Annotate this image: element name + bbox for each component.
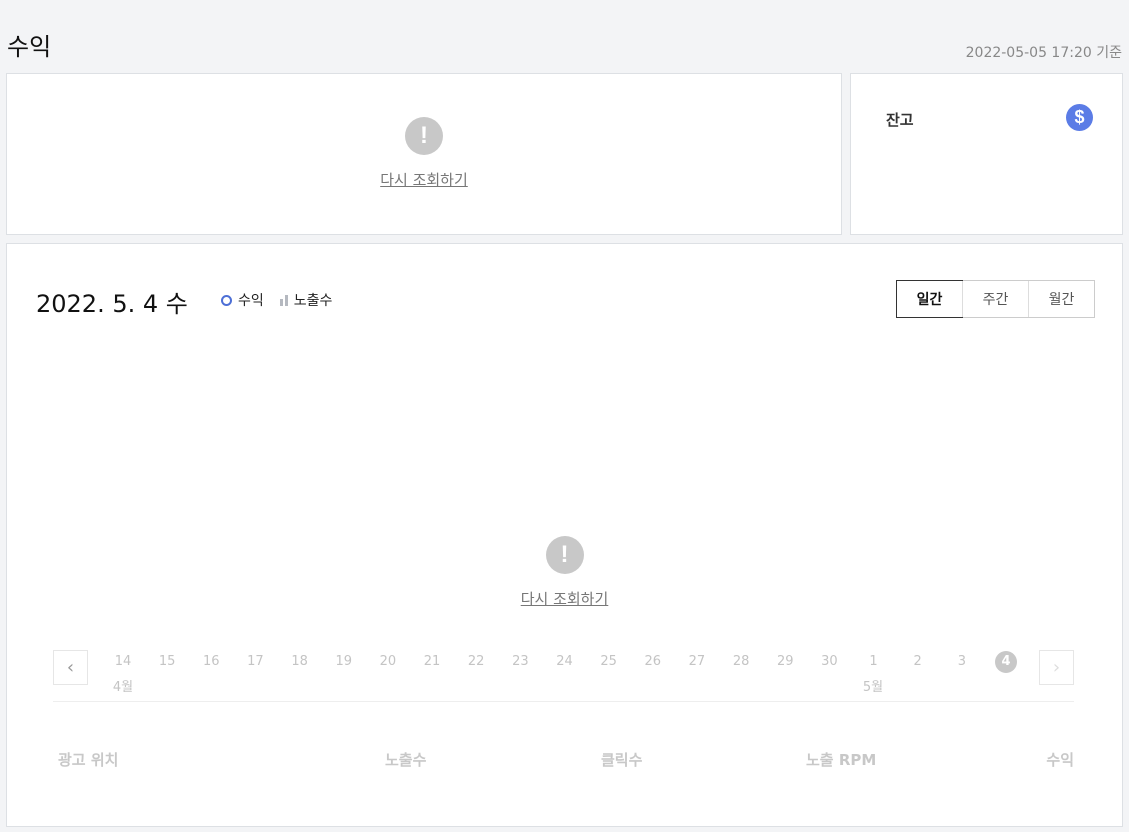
day-label: 20 xyxy=(379,654,397,669)
day-label: 16 xyxy=(203,654,220,669)
day-label: 17 xyxy=(247,654,264,669)
daily-chart-card: 2022. 5. 4 수 수익 노출수 일간 주간 월간 ! 다시 조회하기 ‹… xyxy=(6,243,1123,827)
date-nav-day[interactable]: 1 xyxy=(859,654,889,669)
balance-label: 잔고 xyxy=(886,111,914,129)
page-title: 수익 xyxy=(7,33,52,61)
tab-weekly[interactable]: 주간 xyxy=(962,281,1028,317)
selected-date-title: 2022. 5. 4 수 xyxy=(36,290,188,318)
column-header-revenue: 수익 xyxy=(1046,751,1074,769)
revenue-error-block: ! 다시 조회하기 xyxy=(7,117,841,190)
chevron-left-icon[interactable]: ‹ xyxy=(53,650,88,685)
day-label: 25 xyxy=(600,654,617,669)
retry-link[interactable]: 다시 조회하기 xyxy=(521,588,609,609)
date-navigator: ‹ 14 15 16 17 18 19 20 21 22 23 24 25 26 27 28 29 30 1 2 3 4… xyxy=(53,649,1074,703)
day-label: 28 xyxy=(732,654,750,669)
date-nav-day[interactable]: 26 xyxy=(638,654,668,669)
day-label: 4 xyxy=(995,651,1017,673)
column-header-ad-position: 광고 위치 xyxy=(58,751,119,769)
month-label-april: 4월 xyxy=(112,680,134,695)
data-timestamp: 2022-05-05 17:20 기준 xyxy=(965,45,1122,61)
date-nav-day[interactable]: 4 xyxy=(991,651,1021,673)
day-label: 27 xyxy=(688,654,706,669)
date-nav-day[interactable]: 21 xyxy=(417,654,447,669)
legend-item-impressions: 노출수 xyxy=(279,290,333,310)
date-nav-day[interactable]: 2 xyxy=(903,654,933,669)
tab-daily[interactable]: 일간 xyxy=(896,280,963,318)
day-label: 22 xyxy=(467,654,485,669)
exclamation-icon: ! xyxy=(405,117,443,155)
day-label: 30 xyxy=(821,654,838,669)
date-nav-day[interactable]: 3 xyxy=(947,654,977,669)
date-nav-day[interactable]: 24 xyxy=(550,654,580,669)
column-header-clicks: 클릭수 xyxy=(601,751,643,769)
column-header-impressions: 노출수 xyxy=(385,751,427,769)
date-nav-day[interactable]: 29 xyxy=(770,654,800,669)
date-nav-day[interactable]: 30 xyxy=(814,654,844,669)
day-label: 21 xyxy=(423,654,441,669)
date-nav-day[interactable]: 18 xyxy=(285,654,315,669)
day-label: 14 xyxy=(114,654,132,669)
date-nav-day[interactable]: 22 xyxy=(461,654,491,669)
date-nav-day[interactable]: 20 xyxy=(373,654,403,669)
date-nav-day[interactable]: 16 xyxy=(196,654,226,669)
legend-label: 노출수 xyxy=(293,293,333,309)
date-nav-day[interactable]: 27 xyxy=(682,654,712,669)
day-label: 26 xyxy=(644,654,662,669)
day-label: 15 xyxy=(158,654,176,669)
legend-label: 수익 xyxy=(238,293,264,309)
ring-marker-icon xyxy=(221,294,232,306)
balance-card: 잔고 $ xyxy=(850,73,1123,235)
date-nav-day[interactable]: 25 xyxy=(594,654,624,669)
legend-item-revenue: 수익 xyxy=(221,290,264,310)
dollar-icon: $ xyxy=(1066,104,1093,131)
tab-monthly[interactable]: 월간 xyxy=(1028,281,1094,317)
date-nav-day[interactable]: 28 xyxy=(726,654,756,669)
retry-link[interactable]: 다시 조회하기 xyxy=(380,169,468,190)
column-header-rpm: 노출 RPM xyxy=(806,751,877,769)
revenue-summary-card: ! 다시 조회하기 xyxy=(6,73,842,235)
period-tabs: 일간 주간 월간 xyxy=(896,280,1095,318)
day-label: 23 xyxy=(512,654,529,669)
chevron-right-icon[interactable]: › xyxy=(1039,650,1074,685)
month-label-may: 5월 xyxy=(862,680,884,695)
day-label: 1 xyxy=(869,654,878,669)
day-label: 29 xyxy=(776,654,794,669)
day-label: 19 xyxy=(335,654,353,669)
table-header: 광고 위치 노출수 클릭수 노출 RPM 수익 xyxy=(53,749,1074,769)
day-label: 18 xyxy=(291,654,308,669)
divider xyxy=(53,701,1074,702)
day-label: 24 xyxy=(556,654,573,669)
chart-error-block: ! 다시 조회하기 xyxy=(7,536,1122,609)
date-nav-day[interactable]: 17 xyxy=(240,654,270,669)
bar-marker-icon xyxy=(279,294,288,306)
exclamation-icon: ! xyxy=(545,536,584,574)
date-nav-day[interactable]: 14 xyxy=(108,654,138,669)
day-label: 2 xyxy=(913,654,922,669)
date-nav-day[interactable]: 19 xyxy=(329,654,359,669)
date-nav-day[interactable]: 15 xyxy=(152,654,182,669)
day-label: 3 xyxy=(957,654,966,669)
chart-legend: 수익 노출수 xyxy=(221,290,332,310)
date-nav-day[interactable]: 23 xyxy=(505,654,535,669)
